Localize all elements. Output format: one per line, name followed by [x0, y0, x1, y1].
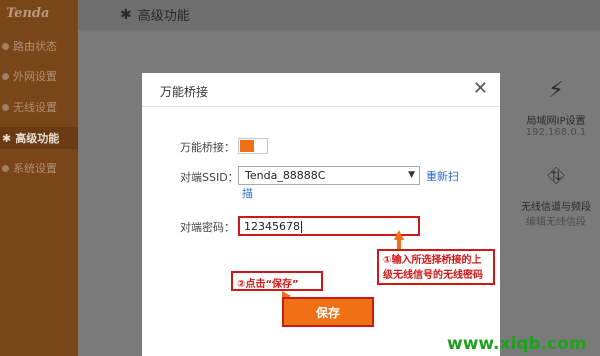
page-title: ✱ 高级功能 — [120, 5, 190, 25]
bridge-toggle[interactable] — [238, 138, 268, 154]
bullet-icon — [2, 42, 9, 50]
tile-label: 局域网IP设置 — [526, 116, 586, 127]
password-value: 12345678 — [244, 220, 300, 233]
close-icon[interactable]: ✕ — [473, 78, 488, 99]
page-title-text: 高级功能 — [137, 9, 190, 24]
page-header: ✱ 高级功能 — [78, 0, 600, 30]
annotation-note-1: ①输入所选择桥接的上 级无线信号的无线密码 — [377, 249, 495, 285]
tile-sub: 192.168.0.1 — [525, 127, 587, 138]
toggle-knob — [240, 140, 254, 152]
rescan-link-continued[interactable]: 描 — [242, 185, 253, 201]
sidebar-item-label: 路由状态 — [13, 40, 57, 53]
sidebar-item-router-status[interactable]: 路由状态 — [0, 35, 78, 57]
annotation-note-1-line1: ①输入所选择桥接的上 — [383, 255, 482, 266]
save-button[interactable]: 保存 — [282, 297, 374, 327]
password-input[interactable]: 12345678 — [238, 216, 420, 236]
ssid-value: Tenda_88888C — [245, 169, 326, 182]
bridge-label: 万能桥接： — [180, 141, 235, 154]
sidebar-item-advanced[interactable]: ✱ 高级功能 — [0, 127, 78, 149]
road-icon: ⛗ — [547, 164, 565, 189]
sidebar-item-wireless-settings[interactable]: 无线设置 — [0, 96, 78, 118]
tile-wireless-channel[interactable]: ⛗ 无线信道与频段 编辑无线信段 — [512, 160, 600, 228]
sidebar-item-system-settings[interactable]: 系统设置 — [0, 157, 78, 179]
sidebar: Tenda 路由状态 外网设置 无线设置 ✱ 高级功能 系统设置 — [0, 0, 78, 356]
watermark: www.xiqb.com — [447, 334, 587, 354]
annotation-note-1-line2: 级无线信号的无线密码 — [383, 270, 483, 281]
dialog-header: 万能桥接 ✕ — [142, 73, 500, 107]
ssid-label: 对端SSID： — [180, 171, 239, 184]
tile-label: 无线信道与频段 — [521, 202, 591, 213]
password-label: 对端密码： — [180, 221, 235, 234]
bridge-dialog: 万能桥接 ✕ 万能桥接： 对端SSID： Tenda_88888C ▼ 重新扫 … — [142, 73, 500, 356]
network-icon: ⚡ — [548, 78, 564, 103]
sidebar-item-wan-settings[interactable]: 外网设置 — [0, 65, 78, 87]
tile-sub: 编辑无线信段 — [526, 217, 586, 228]
annotation-note-2: ②点击“保存” — [231, 271, 323, 291]
tile-lan-ip[interactable]: ⚡ 局域网IP设置 192.168.0.1 — [512, 74, 600, 138]
dropdown-caret-icon: ▼ — [408, 170, 415, 180]
sidebar-item-label: 高级功能 — [15, 132, 60, 145]
brand-logo: Tenda — [6, 6, 50, 21]
dialog-title: 万能桥接 — [160, 85, 209, 99]
rescan-link[interactable]: 重新扫 — [426, 168, 459, 184]
bullet-icon — [2, 164, 9, 172]
sidebar-item-label: 无线设置 — [13, 101, 57, 114]
star-icon: ✱ — [120, 6, 132, 23]
star-icon: ✱ — [2, 131, 12, 145]
text-cursor — [301, 221, 302, 233]
sidebar-item-label: 系统设置 — [13, 162, 57, 175]
ssid-select[interactable]: Tenda_88888C ▼ — [238, 166, 420, 185]
bullet-icon — [2, 72, 9, 80]
sidebar-item-label: 外网设置 — [13, 70, 57, 83]
bullet-icon — [2, 103, 9, 111]
